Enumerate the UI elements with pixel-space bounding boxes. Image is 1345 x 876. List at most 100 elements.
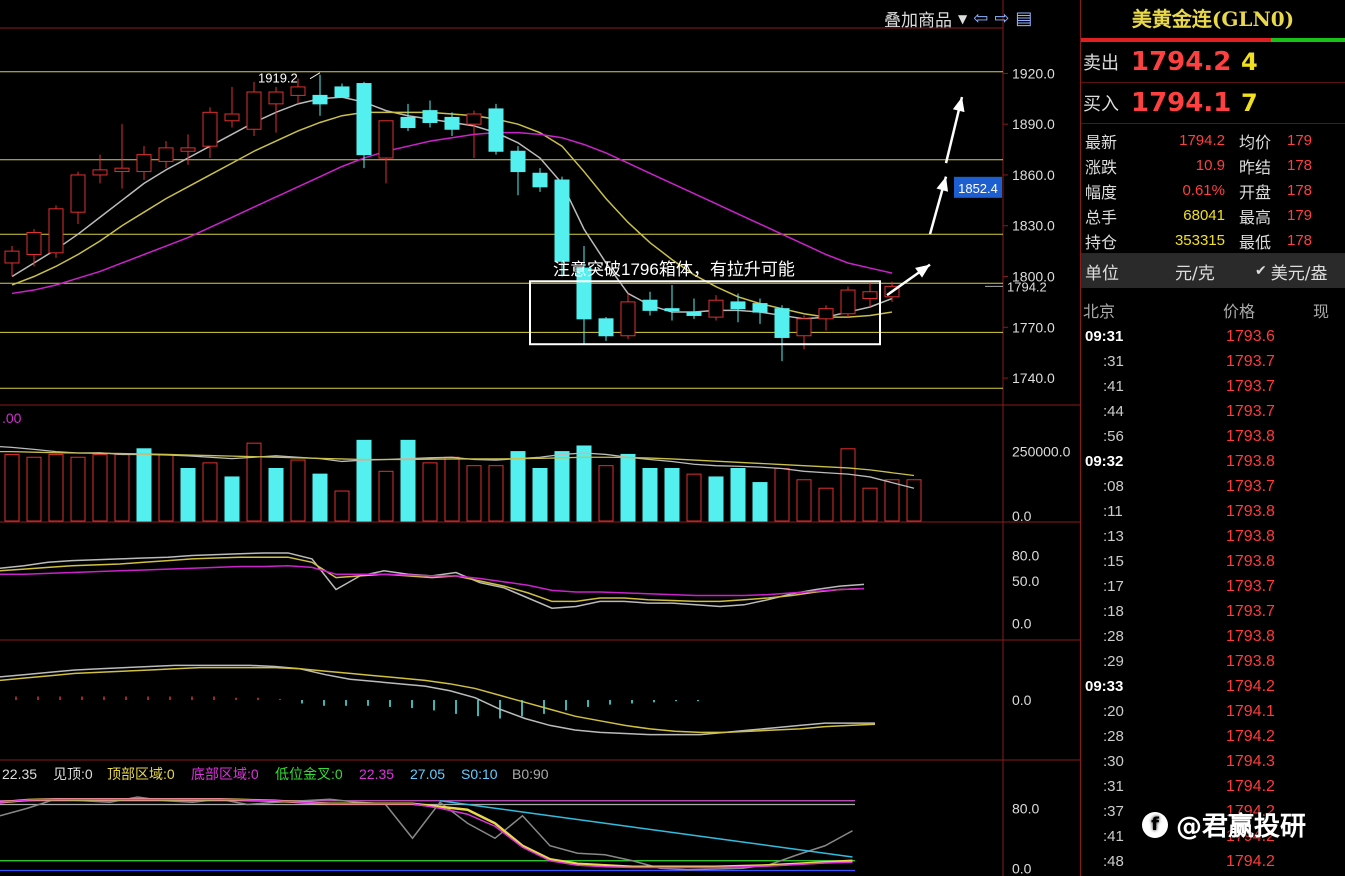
signal-panel[interactable]: 22.35 见顶:0 顶部区域:0 底部区域:0 低位金叉:0 22.35 27.05 S0:… bbox=[0, 766, 855, 872]
tick-row[interactable]: :30 1794.3 bbox=[1081, 749, 1345, 774]
price-tick-label: 1740.0 bbox=[1012, 370, 1055, 386]
tick-row[interactable]: 09:32 1793.8 bbox=[1081, 449, 1345, 474]
tick-price: 1793.7 bbox=[1226, 352, 1275, 370]
tick-row[interactable]: :20 1794.1 bbox=[1081, 699, 1345, 724]
volume-panel[interactable]: .00 bbox=[0, 410, 922, 522]
price-panel[interactable]: 1919.21794.21852.4注意突破1796箱体，有拉升可能 bbox=[0, 71, 1047, 389]
tick-row[interactable]: :28 1793.8 bbox=[1081, 624, 1345, 649]
projection-arrow-head bbox=[936, 176, 949, 192]
tick-row[interactable]: :17 1793.7 bbox=[1081, 574, 1345, 599]
volume-bar bbox=[70, 456, 86, 522]
tick-price: 1793.8 bbox=[1226, 552, 1275, 570]
overlay-button[interactable]: 叠加商品 bbox=[884, 6, 952, 31]
arrow-right-icon[interactable]: ⇨ bbox=[994, 8, 1009, 29]
candle-body bbox=[444, 116, 460, 130]
stat-value: 353315 bbox=[1174, 232, 1225, 249]
stat-value: 10.9 bbox=[1195, 157, 1225, 174]
tick-row[interactable]: :08 1793.7 bbox=[1081, 474, 1345, 499]
tick-row[interactable]: :11 1793.8 bbox=[1081, 499, 1345, 524]
volume-bar bbox=[664, 468, 680, 522]
price-tick-label: 1890.0 bbox=[1012, 116, 1055, 132]
tick-price: 1793.6 bbox=[1226, 327, 1275, 345]
volume-bar bbox=[290, 459, 306, 522]
signal-legend-item: S0:10 bbox=[461, 766, 498, 782]
candle-body bbox=[356, 83, 372, 156]
tick-time: :08 bbox=[1103, 478, 1124, 495]
kline-chart-area[interactable]: 1919.21794.21852.4注意突破1796箱体，有拉升可能 .00 2… bbox=[0, 0, 1080, 876]
tick-price: 1793.7 bbox=[1226, 377, 1275, 395]
high-marker-arrow bbox=[309, 72, 321, 80]
stat-value-2: 179 bbox=[1287, 132, 1313, 149]
stat-label-2: 昨结 bbox=[1239, 157, 1272, 177]
volume-bar bbox=[554, 451, 570, 522]
macd-tick-label: 0.0 bbox=[1012, 692, 1032, 708]
symbol-title[interactable]: 美黄金连(GLN0) bbox=[1081, 0, 1345, 38]
target-price-label: 1852.4 bbox=[958, 181, 998, 196]
tick-row[interactable]: :15 1793.8 bbox=[1081, 549, 1345, 574]
candle-body bbox=[180, 147, 196, 152]
macd-panel[interactable] bbox=[0, 664, 876, 736]
tick-row[interactable]: :44 1793.7 bbox=[1081, 399, 1345, 424]
chevron-down-icon[interactable]: ▼ bbox=[958, 12, 967, 26]
stat-row: 涨跌 10.9 昨结 178 bbox=[1081, 153, 1345, 178]
signal-tick-label: 0.0 bbox=[1012, 860, 1032, 876]
unit-usd-option[interactable]: ✔ 美元/盎 bbox=[1255, 259, 1327, 284]
volume-bar bbox=[466, 465, 482, 522]
tick-row[interactable]: :13 1793.8 bbox=[1081, 524, 1345, 549]
sell-row[interactable]: 卖出 1794.2 4 bbox=[1081, 42, 1345, 83]
tick-row[interactable]: 09:33 1794.2 bbox=[1081, 674, 1345, 699]
candle-body bbox=[488, 108, 504, 152]
price-tick-label: 1830.0 bbox=[1012, 218, 1055, 234]
signal-line bbox=[0, 796, 853, 871]
tick-list[interactable]: 09:31 1793.6:31 1793.7:41 1793.7:44 1793.7:5… bbox=[1081, 324, 1345, 874]
tick-row[interactable]: :28 1794.2 bbox=[1081, 724, 1345, 749]
tick-row[interactable]: :31 1794.2 bbox=[1081, 774, 1345, 799]
volume-tick-label: 250000.0 bbox=[1012, 444, 1071, 460]
osc-tick-label: 0.0 bbox=[1012, 616, 1032, 632]
tick-time: :29 bbox=[1103, 653, 1124, 670]
volume-bar bbox=[48, 453, 64, 522]
tick-time: :41 bbox=[1103, 378, 1124, 395]
volume-bar bbox=[224, 476, 240, 522]
buy-row[interactable]: 买入 1794.1 7 bbox=[1081, 83, 1345, 124]
annotation-text: 注意突破1796箱体，有拉升可能 bbox=[553, 260, 795, 279]
candle-body bbox=[774, 308, 790, 338]
arrow-left-icon[interactable]: ⇦ bbox=[973, 8, 988, 29]
tick-price: 1793.7 bbox=[1226, 402, 1275, 420]
overlay-toolbar: 叠加商品 ▼ ⇦ ⇨ ▤ bbox=[884, 6, 1032, 31]
price-tick-label: 1800.0 bbox=[1012, 269, 1055, 285]
oscillator-panel[interactable] bbox=[0, 552, 865, 609]
tick-price: 1794.3 bbox=[1226, 752, 1275, 770]
volume-bar bbox=[26, 456, 42, 522]
candle-body bbox=[752, 303, 768, 313]
tick-row[interactable]: 09:31 1793.6 bbox=[1081, 324, 1345, 349]
volume-bar bbox=[796, 479, 812, 522]
volume-bar bbox=[268, 468, 284, 522]
tick-row[interactable]: :31 1793.7 bbox=[1081, 349, 1345, 374]
volume-bar bbox=[598, 465, 614, 522]
tick-row[interactable]: :41 1793.7 bbox=[1081, 374, 1345, 399]
tick-row[interactable]: :56 1793.8 bbox=[1081, 424, 1345, 449]
panel-toggle-icon[interactable]: ▤ bbox=[1015, 8, 1032, 29]
tick-time: 09:32 bbox=[1085, 453, 1124, 470]
tick-row[interactable]: :48 1794.2 bbox=[1081, 849, 1345, 874]
stat-label: 持仓 bbox=[1085, 232, 1118, 252]
candle-body bbox=[818, 308, 834, 320]
tick-row[interactable]: :18 1793.7 bbox=[1081, 599, 1345, 624]
tick-price: 1793.8 bbox=[1226, 452, 1275, 470]
tick-row[interactable]: :29 1793.8 bbox=[1081, 649, 1345, 674]
projection-arrow-head bbox=[915, 264, 930, 278]
volume-bar bbox=[92, 453, 108, 522]
volume-bar bbox=[334, 490, 350, 522]
signal-legend-item: 底部区域:0 bbox=[191, 766, 259, 782]
signal-legend-item: 22.35 bbox=[2, 766, 37, 782]
signal-legend-item: 22.35 bbox=[359, 766, 394, 782]
volume-bar bbox=[862, 487, 878, 522]
candle-body bbox=[686, 311, 702, 316]
unit-cny[interactable]: 元/克 bbox=[1175, 259, 1255, 284]
volume-bar bbox=[114, 453, 130, 522]
stat-value: 1794.2 bbox=[1179, 132, 1225, 149]
stat-row: 最新 1794.2 均价 179 bbox=[1081, 128, 1345, 153]
watermark-text: @君赢投研 bbox=[1176, 812, 1307, 842]
stat-label: 总手 bbox=[1085, 207, 1118, 227]
